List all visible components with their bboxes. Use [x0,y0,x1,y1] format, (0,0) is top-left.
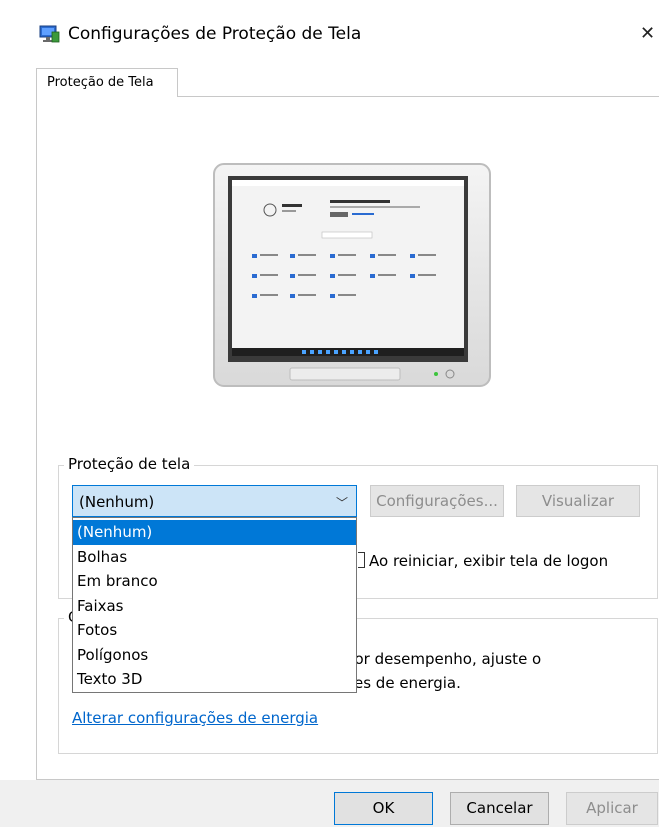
screensaver-combo[interactable]: (Nenhum) ﹀ [72,485,357,517]
cancel-button[interactable]: Cancelar [450,792,549,825]
title-bar: Configurações de Proteção de Tela ✕ [0,0,659,68]
dialog-button-bar [0,780,659,827]
preview-button[interactable]: Visualizar [516,485,640,517]
dropdown-option[interactable]: Faixas [73,594,356,619]
settings-button-label: Configurações... [376,492,498,510]
tab-screensaver[interactable]: Proteção de Tela [36,68,178,97]
cancel-button-label: Cancelar [466,799,533,817]
power-text-line2: es de energia. [354,674,461,692]
dropdown-option[interactable]: (Nenhum) [73,520,356,545]
tab-label: Proteção de Tela [47,75,154,90]
close-icon[interactable]: ✕ [640,22,659,46]
monitor-preview [213,163,491,387]
power-text-line1: hor desempenho, ajuste o [345,650,542,668]
logon-checkbox-label: Ao reiniciar, exibir tela de logon [369,552,609,570]
window-title: Configurações de Proteção de Tela [68,24,362,44]
power-settings-link[interactable]: Alterar configurações de energia [72,709,318,727]
logon-checkbox[interactable] [358,552,365,568]
screensaver-group-legend: Proteção de tela [64,455,195,473]
dropdown-option[interactable]: Fotos [73,618,356,643]
screensaver-combo-value: (Nenhum) [79,493,155,511]
settings-button[interactable]: Configurações... [370,485,504,517]
apply-button-label: Aplicar [586,799,638,817]
dropdown-option[interactable]: Polígonos [73,643,356,668]
chevron-down-icon: ﹀ [335,496,348,510]
dropdown-option[interactable]: Bolhas [73,545,356,570]
dropdown-option[interactable]: Texto 3D [73,667,356,692]
ok-button[interactable]: OK [334,792,433,825]
preview-button-label: Visualizar [541,492,615,510]
apply-button[interactable]: Aplicar [566,792,658,825]
screensaver-dropdown-list: (Nenhum) Bolhas Em branco Faixas Fotos P… [72,517,357,693]
ok-button-label: OK [372,799,395,817]
screensaver-app-icon [39,25,60,43]
dropdown-option[interactable]: Em branco [73,569,356,594]
